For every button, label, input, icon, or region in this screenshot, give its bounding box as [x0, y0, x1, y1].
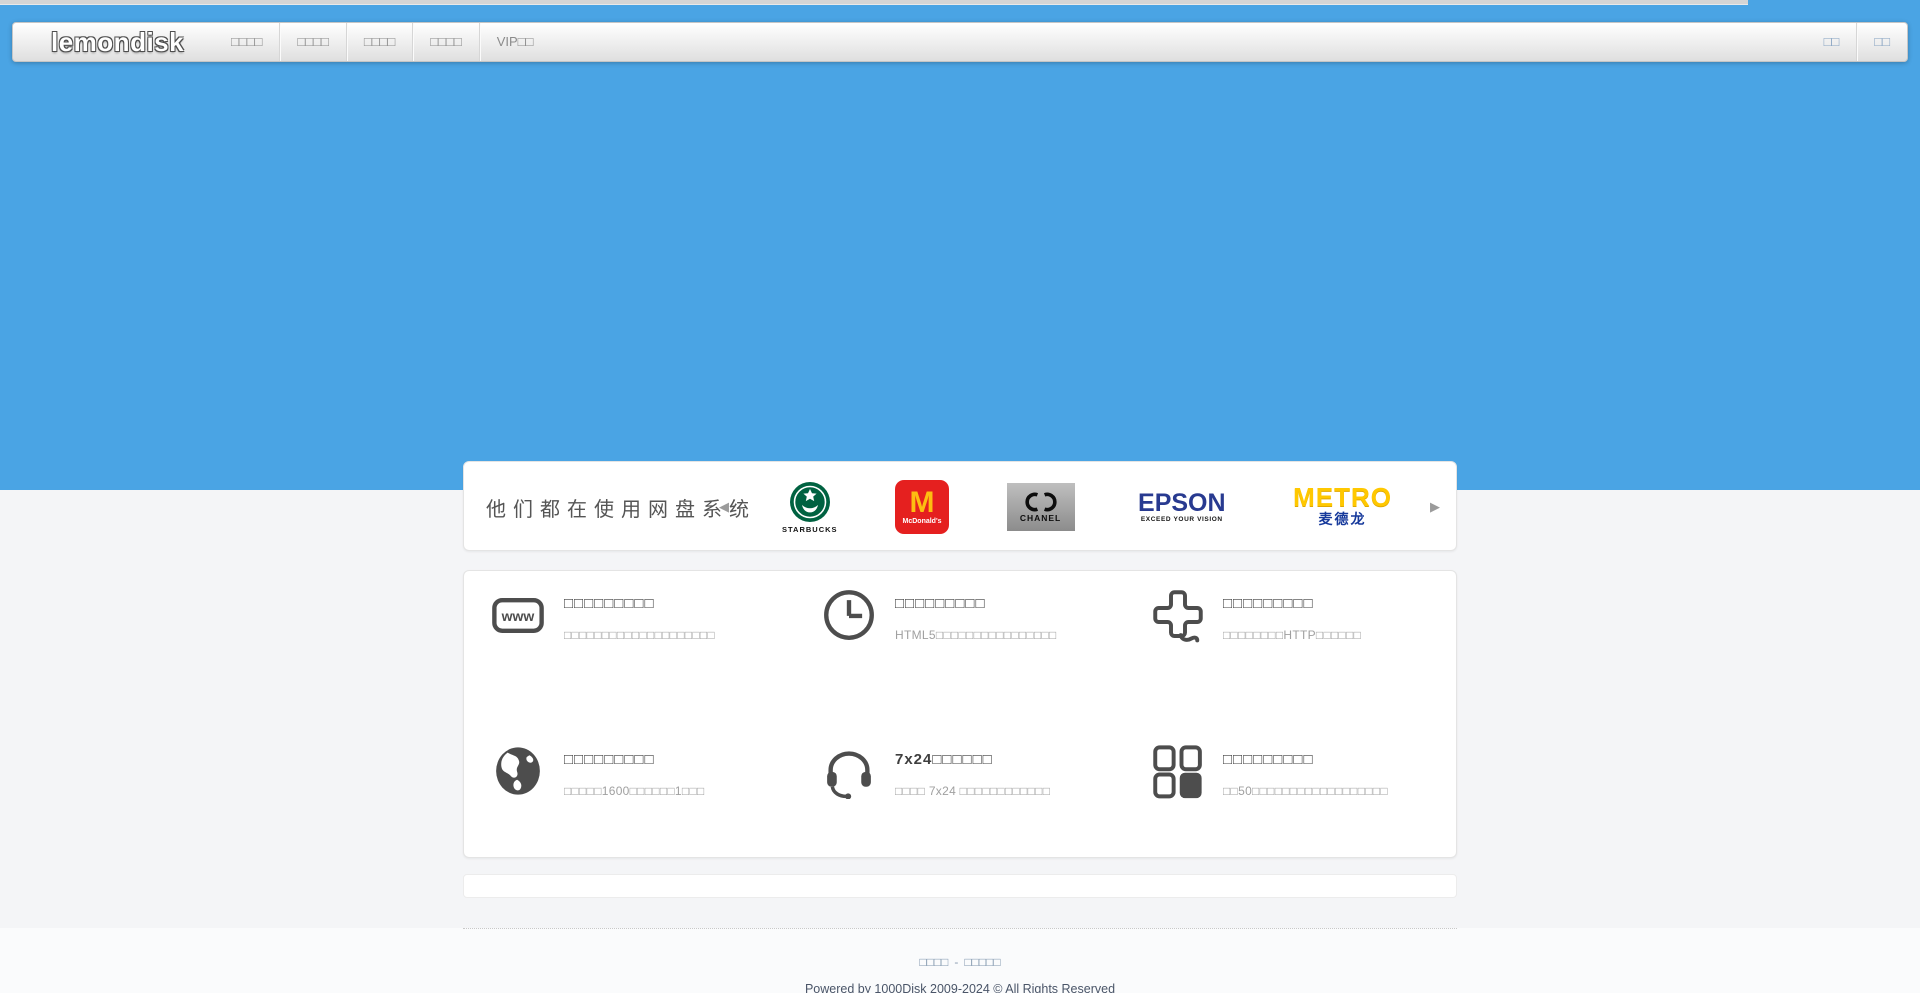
clock-icon — [821, 587, 877, 643]
brand-logo[interactable]: lemondisk — [51, 27, 184, 58]
epson-logo: EPSON EXCEED YOUR VISION — [1132, 489, 1232, 525]
www-browser-icon: www — [490, 587, 546, 643]
plugin-plus-icon — [1150, 587, 1206, 643]
chanel-wordmark: CHANEL — [1020, 513, 1061, 523]
chanel-logo: CHANEL — [1007, 483, 1075, 531]
feature-title: □□□□□□□□□ — [1223, 595, 1513, 612]
feature-title: □□□□□□□□□ — [895, 595, 1185, 612]
chanel-cc-icon — [1023, 492, 1059, 512]
mcdonalds-logo: M McDonald's — [895, 480, 949, 534]
feature-title: □□□□□□□□□ — [564, 751, 854, 768]
login-link[interactable]: □□ — [1807, 23, 1857, 61]
top-edge-strip — [0, 0, 1748, 5]
footer-links: □□□□-□□□□□ — [0, 955, 1920, 969]
nav-item-1[interactable]: □□□□ — [214, 23, 279, 61]
empty-content-bar — [463, 874, 1457, 898]
features-card: www □□□□□□□□□ □□□□□□□□□□□□□□□□□□□□ □□□□□… — [463, 570, 1457, 858]
golden-arches-icon: M — [910, 489, 935, 517]
clients-title: 他们都在使用网盘系统 — [486, 493, 756, 522]
starbucks-siren-icon — [789, 481, 831, 523]
clients-carousel-card: 他们都在使用网盘系统 ◀ STARBUCKS M McDonald's — [463, 461, 1457, 551]
hero-banner — [0, 0, 1920, 490]
feature-desc: □□□□□1600□□□□□□1□□□ — [564, 784, 854, 798]
globe-icon — [490, 743, 546, 799]
epson-tagline: EXCEED YOUR VISION — [1141, 516, 1223, 523]
footer-divider — [463, 928, 1457, 929]
account-nav: □□ □□ — [1807, 23, 1907, 61]
copyright-line: Powered by 1000Disk 2009-2024 © All Righ… — [0, 982, 1920, 993]
feature-desc: □□□□ 7x24 □□□□□□□□□□□□ — [895, 784, 1185, 798]
feature-desc: HTML5□□□□□□□□□□□□□□□□ — [895, 628, 1185, 642]
feature-desc: □□50□□□□□□□□□□□□□□□□□□ — [1223, 784, 1513, 798]
navbar: lemondisk □□□□ □□□□ □□□□ □□□□ VIP□□ □□ □… — [12, 22, 1908, 62]
footer-link-separator: - — [954, 955, 958, 969]
metro-badge: METRO 麦德龙 — [1289, 484, 1396, 530]
nav-item-2[interactable]: □□□□ — [279, 23, 345, 61]
main-nav: □□□□ □□□□ □□□□ □□□□ VIP□□ — [214, 23, 550, 61]
nav-item-3[interactable]: □□□□ — [346, 23, 412, 61]
feature-title: 7x24□□□□□□ — [895, 751, 1185, 768]
feature-title: □□□□□□□□□ — [564, 595, 854, 612]
metro-chinese-name: 麦德龙 — [1319, 509, 1367, 529]
starbucks-wordmark: STARBUCKS — [782, 525, 838, 534]
feature-desc: □□□□□□□□HTTP□□□□□□ — [1223, 628, 1513, 642]
grid-apps-icon — [1150, 743, 1206, 799]
mcdonalds-wordmark: McDonald's — [903, 518, 942, 525]
feature-desc: □□□□□□□□□□□□□□□□□□□□ — [564, 628, 854, 642]
metro-wordmark: METRO — [1293, 485, 1392, 509]
brand-logo-row: STARBUCKS M McDonald's CHANEL EPSON EXCE… — [782, 462, 1396, 552]
carousel-next-icon[interactable]: ▶ — [1430, 499, 1440, 515]
feature-title: □□□□□□□□□ — [1223, 751, 1513, 768]
svg-text:www: www — [501, 608, 535, 624]
footer-link-2[interactable]: □□□□□ — [964, 955, 1000, 969]
chanel-badge: CHANEL — [1007, 483, 1075, 531]
starbucks-logo: STARBUCKS — [782, 481, 838, 534]
carousel-prev-icon[interactable]: ◀ — [719, 499, 729, 515]
epson-wordmark: EPSON — [1138, 491, 1226, 515]
nav-item-vip[interactable]: VIP□□ — [479, 23, 551, 61]
metro-logo: METRO 麦德龙 — [1289, 484, 1396, 530]
register-link[interactable]: □□ — [1856, 23, 1907, 61]
mcdonalds-badge: M McDonald's — [895, 480, 949, 534]
footer-link-1[interactable]: □□□□ — [919, 955, 948, 969]
nav-item-4[interactable]: □□□□ — [412, 23, 478, 61]
headset-icon — [821, 743, 877, 799]
epson-badge: EPSON EXCEED YOUR VISION — [1132, 489, 1232, 525]
